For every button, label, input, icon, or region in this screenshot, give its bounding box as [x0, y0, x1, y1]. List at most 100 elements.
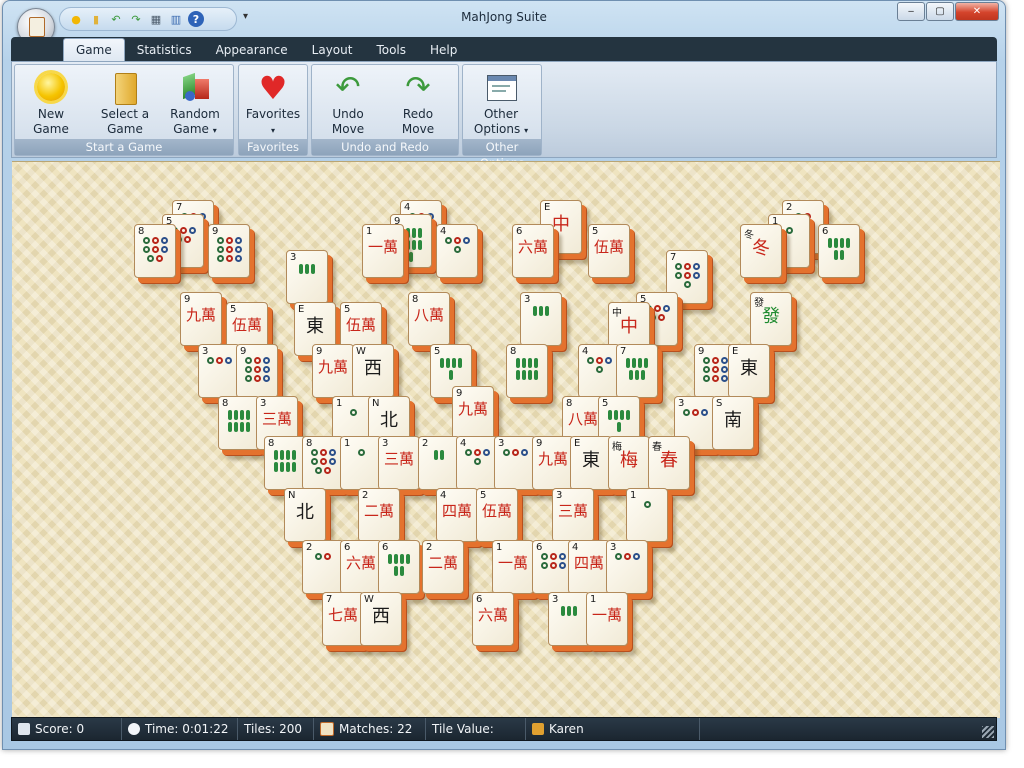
mahjong-tile[interactable]: 8	[134, 224, 176, 278]
tile-dots	[539, 553, 567, 569]
mahjong-tile[interactable]: 4 四萬	[568, 540, 610, 594]
tab-game[interactable]: Game	[63, 38, 125, 61]
tab-layout[interactable]: Layout	[300, 39, 365, 61]
tile-dots	[463, 449, 491, 465]
new-game-button[interactable]: New Game	[19, 69, 83, 137]
tile-index: 8	[268, 438, 275, 449]
mahjong-tile[interactable]: E東	[570, 436, 612, 490]
undo-move-button[interactable]: ↶ Undo Move	[316, 69, 380, 137]
mahjong-tile[interactable]: 4	[578, 344, 620, 398]
tab-appearance[interactable]: Appearance	[204, 39, 300, 61]
mahjong-tile[interactable]: 3 三萬	[378, 436, 420, 490]
mahjong-tile[interactable]: 6	[818, 224, 860, 278]
tile-character: 二萬	[363, 502, 394, 520]
maximize-button[interactable]: ▢	[926, 2, 954, 21]
minimize-button[interactable]: ‒	[897, 2, 925, 21]
tile-dots	[701, 357, 729, 382]
mahjong-tile[interactable]: 6 六萬	[512, 224, 554, 278]
mahjong-tile[interactable]: 1 一萬	[492, 540, 534, 594]
mahjong-tile[interactable]: 9 九萬	[532, 436, 574, 490]
undo-arrow-icon: ↶	[335, 70, 361, 105]
mahjong-tile[interactable]: 3	[606, 540, 648, 594]
tile-character: 二萬	[427, 554, 458, 572]
random-game-button[interactable]: Random Game ▾	[163, 69, 227, 137]
mahjong-tile[interactable]: 8 八萬	[408, 292, 450, 346]
folder-icon	[107, 71, 143, 105]
tile-character: 伍萬	[231, 316, 262, 334]
mahjong-tile[interactable]: 6 六萬	[340, 540, 382, 594]
mahjong-tile[interactable]: 1	[626, 488, 668, 542]
mahjong-tile[interactable]: 6	[378, 540, 420, 594]
mahjong-tile[interactable]: 5 伍萬	[476, 488, 518, 542]
tile-character: 梅	[620, 450, 638, 471]
tile-character: 三萬	[383, 450, 414, 468]
mahjong-tile[interactable]: N北	[284, 488, 326, 542]
mahjong-tile[interactable]: 9 九萬	[452, 386, 494, 440]
tile-character: 伍萬	[345, 316, 376, 334]
mahjong-tile[interactable]: 7	[616, 344, 658, 398]
tab-statistics[interactable]: Statistics	[125, 39, 204, 61]
tile-character: 南	[724, 410, 742, 431]
mahjong-tile[interactable]: 3	[286, 250, 328, 304]
mahjong-tile[interactable]: 7 七萬	[322, 592, 364, 646]
mahjong-tile[interactable]: 8	[218, 396, 260, 450]
mahjong-tile[interactable]: 9	[236, 344, 278, 398]
tile-bamboo	[273, 450, 297, 472]
score-panel: Score: 0	[12, 718, 122, 740]
mahjong-tile[interactable]: 3	[198, 344, 240, 398]
mahjong-tile[interactable]: 發發	[750, 292, 792, 346]
tile-index: 4	[572, 542, 579, 553]
mahjong-tile[interactable]: 8	[302, 436, 344, 490]
mahjong-tile[interactable]: 8	[264, 436, 306, 490]
mahjong-tile[interactable]: 3	[494, 436, 536, 490]
mahjong-tile[interactable]: W西	[352, 344, 394, 398]
other-options-button[interactable]: Other Options ▾	[469, 69, 533, 137]
tile-index: 6	[822, 226, 829, 237]
tile-dots	[243, 357, 271, 382]
group-favorites: ♥ Favorites ▾ Favorites	[238, 64, 308, 156]
tile-character: 發	[762, 306, 780, 327]
mahjong-tile[interactable]: 春春	[648, 436, 690, 490]
game-board[interactable]: 7 8 5 9 4 1 一萬 9 4 E 中 6 六萬 5 伍萬 2 1 冬冬 6 3 7 9 九萬 5 伍萬 E 東 5 伍萬 8 八萬 3…	[12, 161, 1000, 718]
mahjong-tile[interactable]: 冬冬	[740, 224, 782, 278]
tile-character: 東	[740, 358, 758, 379]
tile-index: 3	[524, 294, 531, 305]
mahjong-tile[interactable]: 2	[302, 540, 344, 594]
mahjong-tile[interactable]: E東	[728, 344, 770, 398]
mahjong-tile[interactable]: 9	[208, 224, 250, 278]
mahjong-tile[interactable]: 3	[520, 292, 562, 346]
tile-character: 六萬	[477, 606, 508, 624]
mahjong-tile[interactable]: 4 四萬	[436, 488, 478, 542]
tab-help[interactable]: Help	[418, 39, 469, 61]
tile-character: 六萬	[345, 554, 376, 572]
mahjong-tile[interactable]: 9 九萬	[180, 292, 222, 346]
mahjong-tile[interactable]: S南	[712, 396, 754, 450]
resize-grip[interactable]	[982, 726, 994, 738]
mahjong-tile[interactable]: 5 伍萬	[588, 224, 630, 278]
tile-index: 5	[230, 304, 237, 315]
mahjong-tile[interactable]: 梅梅	[608, 436, 650, 490]
mahjong-tile[interactable]: 1	[340, 436, 382, 490]
mahjong-tile[interactable]: 1 一萬	[362, 224, 404, 278]
close-button[interactable]: ✕	[955, 2, 999, 21]
mahjong-tile[interactable]: 3	[548, 592, 590, 646]
favorites-button[interactable]: ♥ Favorites ▾	[241, 69, 305, 137]
mahjong-tile[interactable]: 4	[456, 436, 498, 490]
mahjong-tile[interactable]: 1 一萬	[586, 592, 628, 646]
mahjong-tile[interactable]: W西	[360, 592, 402, 646]
tile-bamboo	[427, 450, 451, 460]
mahjong-tile[interactable]: 4	[436, 224, 478, 278]
mahjong-tile[interactable]: 9 九萬	[312, 344, 354, 398]
mahjong-tile[interactable]: 8	[506, 344, 548, 398]
mahjong-tile[interactable]: 3 三萬	[552, 488, 594, 542]
tile-index: 9	[184, 294, 191, 305]
tile-dots	[585, 357, 613, 373]
mahjong-tile[interactable]: 2 二萬	[422, 540, 464, 594]
tab-tools[interactable]: Tools	[364, 39, 418, 61]
mahjong-tile[interactable]: 6 六萬	[472, 592, 514, 646]
group-caption: Other Options	[463, 139, 541, 170]
mahjong-tile[interactable]: 2	[418, 436, 460, 490]
redo-move-button[interactable]: ↷ Redo Move	[386, 69, 450, 137]
select-game-button[interactable]: Select a Game	[93, 69, 157, 137]
mahjong-tile[interactable]: 2 二萬	[358, 488, 400, 542]
